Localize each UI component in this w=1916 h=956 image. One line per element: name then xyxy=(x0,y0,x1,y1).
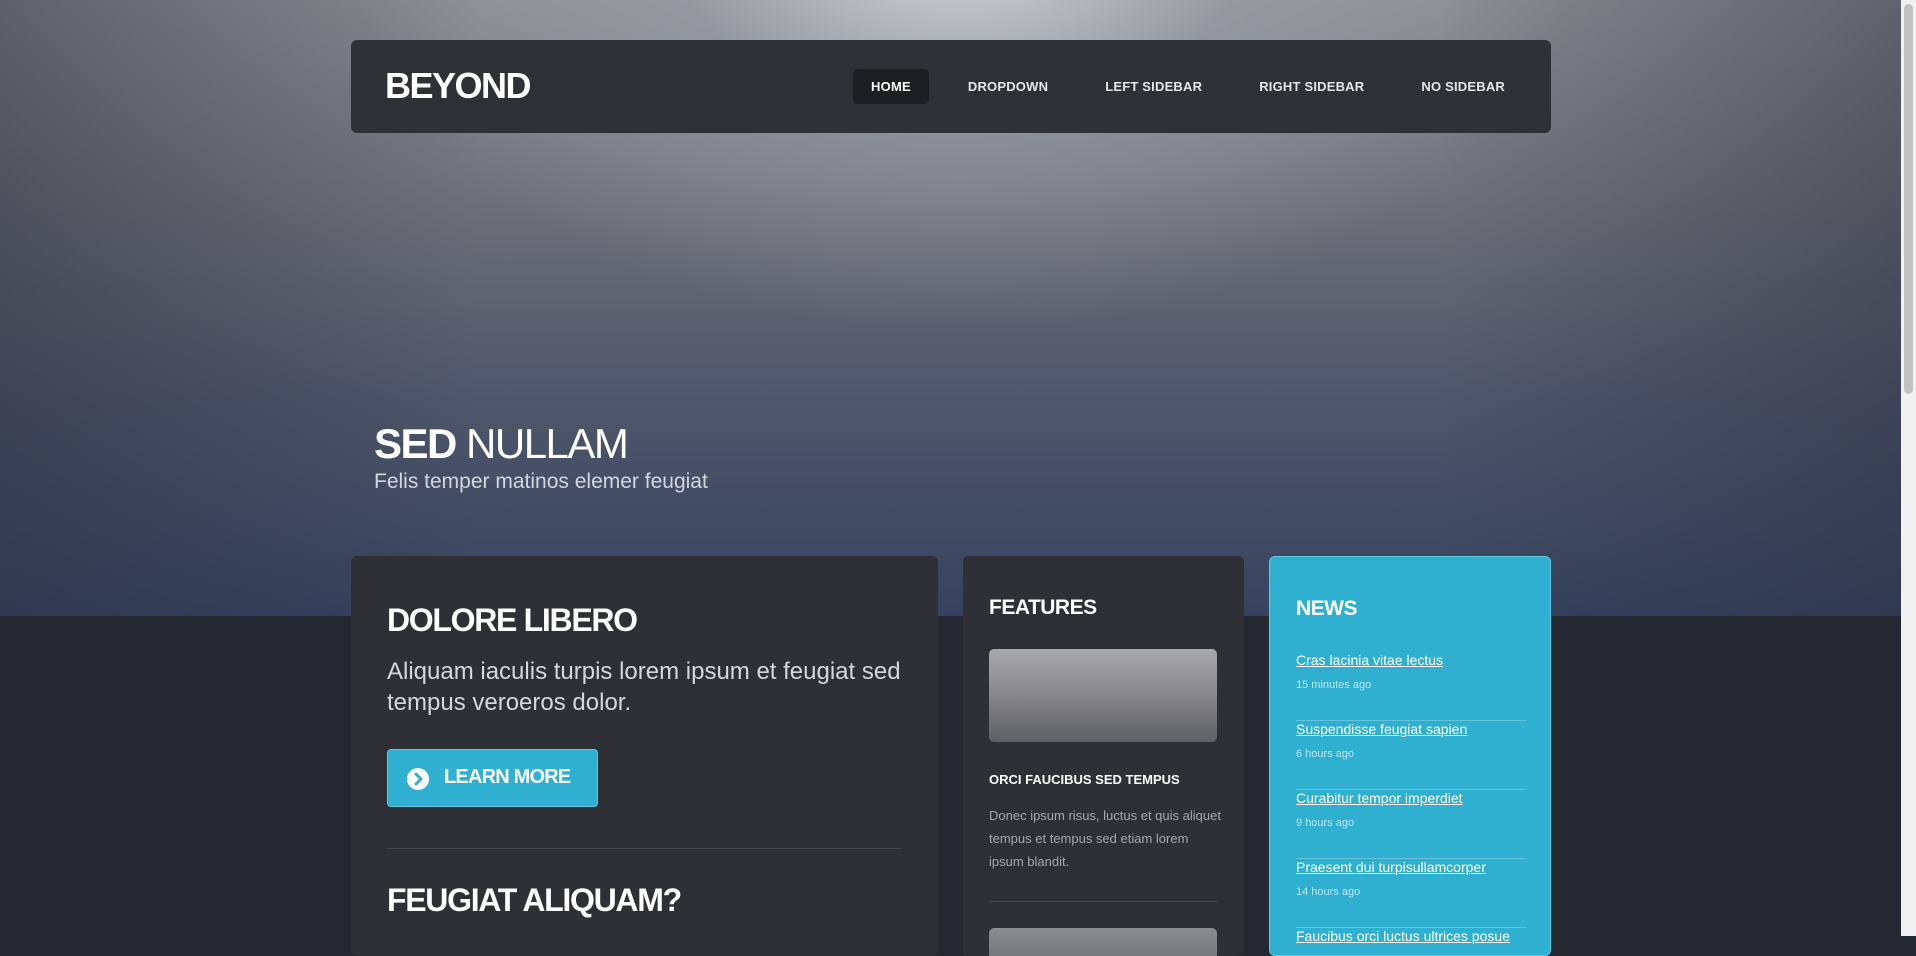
news-item: Suspendisse feugiat sapien 6 hours ago xyxy=(1296,721,1526,790)
nav-item-home[interactable]: HOME xyxy=(853,69,929,104)
feature-text: Donec ipsum risus, luctus et quis alique… xyxy=(989,808,1221,869)
features-heading: FEATURES xyxy=(989,596,1097,619)
news-timestamp: 6 hours ago xyxy=(1296,748,1355,760)
hero-title-bold: SED xyxy=(374,420,457,467)
news-link[interactable]: Suspendisse feugiat sapien xyxy=(1296,721,1467,737)
hero-title: SED NULLAM xyxy=(374,420,629,468)
news-item: Faucibus orci luctus ultrices posue xyxy=(1296,928,1526,955)
news-panel: NEWS Cras lacinia vitae lectus 15 minute… xyxy=(1269,556,1551,956)
page-scrollbar[interactable] xyxy=(1901,0,1916,936)
news-link[interactable]: Faucibus orci luctus ultrices posue xyxy=(1296,928,1510,944)
site-logo[interactable]: BEYOND xyxy=(385,65,532,107)
nav-item-dropdown[interactable]: DROPDOWN xyxy=(950,69,1066,104)
news-link[interactable]: Cras lacinia vitae lectus xyxy=(1296,652,1443,668)
news-timestamp: 15 minutes ago xyxy=(1296,679,1372,691)
nav-item-right-sidebar[interactable]: RIGHT SIDEBAR xyxy=(1241,69,1382,104)
news-item: Cras lacinia vitae lectus 15 minutes ago xyxy=(1296,652,1526,721)
divider xyxy=(989,901,1217,902)
features-panel: FEATURES ORCI FAUCIBUS SED TEMPUS Donec … xyxy=(963,556,1244,956)
main-content-panel: DOLORE LIBERO Aliquam iaculis turpis lor… xyxy=(351,556,938,956)
news-link[interactable]: Praesent dui turpisullamcorper xyxy=(1296,859,1486,875)
news-item: Curabitur tempor imperdiet 9 hours ago xyxy=(1296,790,1526,859)
feature-title[interactable]: ORCI FAUCIBUS SED TEMPUS xyxy=(989,772,1180,787)
news-list: Cras lacinia vitae lectus 15 minutes ago… xyxy=(1296,652,1526,955)
secondary-heading: FEUGIAT ALIQUAM? xyxy=(387,882,682,918)
arrow-circle-right-icon xyxy=(407,768,429,790)
feature-image[interactable] xyxy=(989,649,1217,742)
feature-image[interactable] xyxy=(989,928,1217,956)
hero-title-light: NULLAM xyxy=(466,420,629,467)
main-intro-text: Aliquam iaculis turpis lorem ipsum et fe… xyxy=(387,658,901,716)
news-timestamp: 14 hours ago xyxy=(1296,886,1361,898)
news-item: Praesent dui turpisullamcorper 14 hours … xyxy=(1296,859,1526,928)
news-heading: NEWS xyxy=(1296,597,1358,620)
scrollbar-thumb[interactable] xyxy=(1904,4,1913,394)
main-heading: DOLORE LIBERO xyxy=(387,602,638,638)
nav-item-left-sidebar[interactable]: LEFT SIDEBAR xyxy=(1087,69,1220,104)
main-nav: HOME DROPDOWN LEFT SIDEBAR RIGHT SIDEBAR… xyxy=(832,69,1523,104)
news-timestamp: 9 hours ago xyxy=(1296,817,1355,829)
news-link[interactable]: Curabitur tempor imperdiet xyxy=(1296,790,1463,806)
top-navbar: BEYOND HOME DROPDOWN LEFT SIDEBAR RIGHT … xyxy=(351,40,1551,133)
nav-item-no-sidebar[interactable]: NO SIDEBAR xyxy=(1403,69,1523,104)
learn-more-label: LEARN MORE xyxy=(444,766,571,788)
learn-more-button[interactable]: LEARN MORE xyxy=(387,749,598,807)
divider xyxy=(387,848,901,849)
hero-subtitle: Felis temper matinos elemer feugiat xyxy=(374,470,708,493)
